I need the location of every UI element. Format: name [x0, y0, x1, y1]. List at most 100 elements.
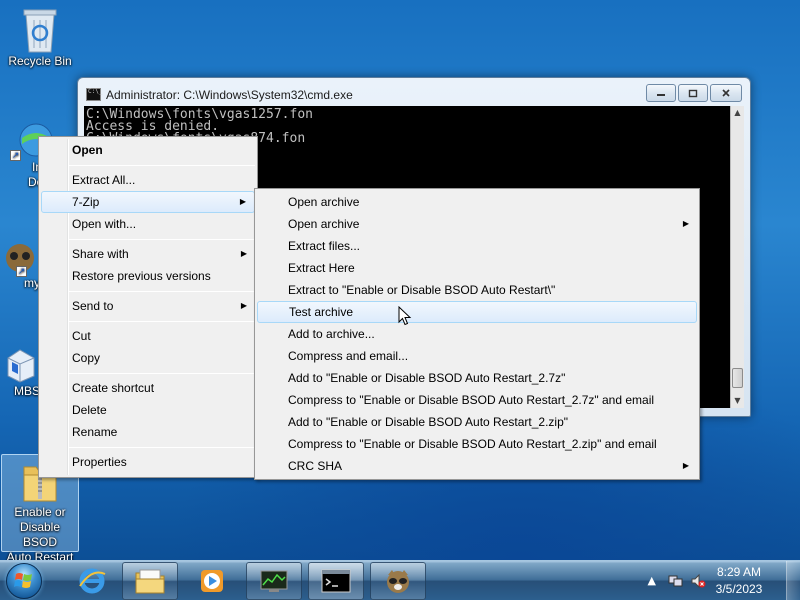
maximize-button[interactable]: [678, 84, 708, 102]
taskbar-internet-explorer[interactable]: [64, 562, 120, 600]
desktop-icon-my[interactable]: ↗ my: [0, 240, 40, 291]
minimize-button[interactable]: [646, 84, 676, 102]
clock-date: 3/5/2023: [715, 582, 763, 596]
zip-item-open-archive[interactable]: Open archive: [257, 191, 697, 213]
show-hidden-icons-icon[interactable]: ▲: [648, 574, 656, 587]
zip-item-extract-here[interactable]: Extract Here: [257, 257, 697, 279]
system-clock[interactable]: 8:29 AM 3/5/2023: [706, 564, 772, 598]
menu-item-label: Open archive: [288, 217, 360, 231]
submenu-arrow-icon: ▶: [240, 301, 247, 310]
menu-item-label: 7-Zip: [72, 195, 100, 209]
show-desktop-button[interactable]: [786, 561, 800, 600]
submenu-arrow-icon: ▶: [682, 219, 689, 228]
scroll-down-icon[interactable]: ▼: [731, 394, 744, 408]
zip-item-compress-7z-email[interactable]: Compress to "Enable or Disable BSOD Auto…: [257, 389, 697, 411]
submenu-arrow-icon: ▶: [240, 249, 247, 258]
taskbar-raccoon-app[interactable]: [370, 562, 426, 600]
menu-item-copy[interactable]: Copy: [41, 347, 255, 369]
menu-item-label: Cut: [72, 329, 91, 343]
desktop-icon-label: my: [24, 276, 40, 290]
menu-item-7zip[interactable]: 7-Zip ▶: [41, 191, 255, 213]
menu-item-label: Compress to "Enable or Disable BSOD Auto…: [288, 393, 655, 407]
internet-explorer-icon: [79, 568, 106, 594]
desktop-icon-label: MBS: [13, 384, 40, 398]
menu-item-label: Test archive: [289, 305, 354, 319]
zip-item-test-archive[interactable]: Test archive: [257, 301, 697, 323]
zip-item-add-to-archive[interactable]: Add to archive...: [257, 323, 697, 345]
menu-item-label: Extract Here: [288, 261, 355, 275]
menu-item-label: Share with: [72, 247, 129, 261]
menu-item-label: Add to "Enable or Disable BSOD Auto Rest…: [288, 371, 566, 385]
menu-item-label: Add to archive...: [288, 327, 375, 341]
cmd-title-bar[interactable]: C:\_ Administrator: C:\Windows\System32\…: [86, 86, 630, 104]
menu-item-label: Open: [72, 143, 103, 157]
zip-item-compress-and-email[interactable]: Compress and email...: [257, 345, 697, 367]
desktop-icon-mbs[interactable]: MBS: [0, 344, 40, 399]
scroll-up-icon[interactable]: ▲: [731, 106, 744, 120]
zip-item-open-archive-sub[interactable]: Open archive ▶: [257, 213, 697, 235]
menu-item-label: Compress to "Enable or Disable BSOD Auto…: [288, 437, 657, 451]
desktop-icon-recycle-bin[interactable]: Recycle Bin: [2, 6, 78, 69]
restore-icon: [688, 89, 698, 98]
menu-item-properties[interactable]: Properties: [41, 451, 255, 473]
submenu-arrow-icon: ▶: [682, 461, 689, 470]
menu-item-label: Delete: [72, 403, 107, 417]
start-button[interactable]: [6, 563, 42, 599]
volume-muted-icon[interactable]: [690, 573, 706, 589]
cmd-scrollbar[interactable]: ▲ ▼: [730, 106, 744, 408]
menu-separator: [69, 321, 255, 322]
zip-item-compress-zip-email[interactable]: Compress to "Enable or Disable BSOD Auto…: [257, 433, 697, 455]
zip-item-extract-files[interactable]: Extract files...: [257, 235, 697, 257]
scrollbar-thumb[interactable]: [732, 368, 743, 388]
submenu-arrow-icon: ▶: [239, 197, 246, 206]
menu-item-label: Open with...: [72, 217, 137, 231]
menu-item-label: CRC SHA: [288, 459, 343, 473]
menu-item-share-with[interactable]: Share with ▶: [41, 243, 255, 265]
mouse-cursor-icon: [398, 306, 412, 326]
monitor-chart-icon: [260, 570, 288, 592]
menu-item-extract-all[interactable]: Extract All...: [41, 169, 255, 191]
close-button[interactable]: [710, 84, 742, 102]
menu-separator: [69, 291, 255, 292]
menu-item-open-with[interactable]: Open with...: [41, 213, 255, 235]
menu-item-label: Rename: [72, 425, 118, 439]
menu-item-delete[interactable]: Delete: [41, 399, 255, 421]
menu-item-label: Open archive: [288, 195, 360, 209]
zip-item-add-to-zip[interactable]: Add to "Enable or Disable BSOD Auto Rest…: [257, 411, 697, 433]
menu-separator: [69, 447, 255, 448]
menu-item-label: Add to "Enable or Disable BSOD Auto Rest…: [288, 415, 569, 429]
file-label-line: Auto Restart: [6, 550, 74, 560]
menu-item-send-to[interactable]: Send to ▶: [41, 295, 255, 317]
menu-item-label: Extract All...: [72, 173, 136, 187]
menu-item-label: Extract files...: [288, 239, 361, 253]
taskbar-cmd[interactable]: [308, 562, 364, 600]
menu-separator: [69, 165, 255, 166]
menu-separator: [69, 373, 255, 374]
zip-item-extract-to[interactable]: Extract to "Enable or Disable BSOD Auto …: [257, 279, 697, 301]
taskbar-task-manager[interactable]: [246, 562, 302, 600]
zip-item-add-to-7z[interactable]: Add to "Enable or Disable BSOD Auto Rest…: [257, 367, 697, 389]
taskbar-windows-explorer[interactable]: [122, 562, 178, 600]
menu-item-label: Create shortcut: [72, 381, 155, 395]
menu-item-label: Extract to "Enable or Disable BSOD Auto …: [288, 283, 556, 297]
close-icon: [722, 89, 730, 97]
menu-item-restore-previous-versions[interactable]: Restore previous versions: [41, 265, 255, 287]
menu-item-open[interactable]: Open: [41, 139, 255, 161]
box-icon: [7, 349, 35, 383]
menu-item-rename[interactable]: Rename: [41, 421, 255, 443]
menu-item-label: Properties: [72, 455, 127, 469]
folder-icon: [135, 569, 165, 594]
media-player-icon: [201, 570, 223, 592]
network-icon[interactable]: [668, 573, 684, 589]
menu-separator: [69, 239, 255, 240]
menu-item-cut[interactable]: Cut: [41, 325, 255, 347]
context-menu: Open Extract All... 7-Zip ▶ Open with... …: [38, 136, 258, 478]
taskbar-media-player[interactable]: [184, 562, 240, 600]
menu-item-label: Send to: [72, 299, 114, 313]
7zip-submenu: Open archive Open archive ▶ Extract files…: [254, 188, 700, 480]
taskbar: ▲ 8:29 AM 3/5/2023: [0, 560, 800, 600]
menu-item-create-shortcut[interactable]: Create shortcut: [41, 377, 255, 399]
raccoon-icon: [387, 570, 409, 593]
zip-item-crc-sha[interactable]: CRC SHA ▶: [257, 455, 697, 477]
menu-item-label: Copy: [72, 351, 101, 365]
